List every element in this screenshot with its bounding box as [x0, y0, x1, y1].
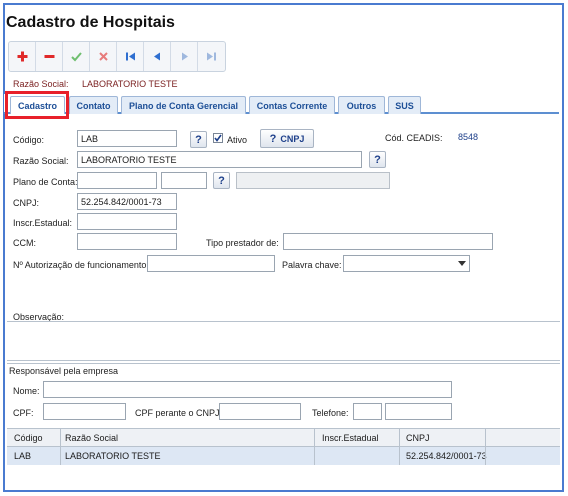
nome-label: Nome:	[13, 386, 40, 396]
telefone-label: Telefone:	[312, 408, 349, 418]
page-title: Cadastro de Hospitais	[6, 14, 175, 31]
previous-record-icon	[153, 52, 160, 61]
first-record-icon	[125, 52, 135, 61]
grid-cell-inscr-estadual	[319, 447, 322, 465]
tab-outros[interactable]: Outros	[338, 96, 385, 114]
delete-button[interactable]	[36, 42, 63, 71]
palavra-chave-select[interactable]	[343, 255, 470, 272]
header-razao-social-value: LABORATORIO TESTE	[82, 79, 178, 89]
ccm-field[interactable]	[77, 233, 177, 250]
tab-sus[interactable]: SUS	[388, 96, 421, 114]
tipo-prestador-label: Tipo prestador de:	[206, 238, 279, 248]
save-button[interactable]	[63, 42, 90, 71]
palavra-chave-label: Palavra chave:	[282, 260, 342, 270]
first-record-button[interactable]	[117, 42, 144, 71]
autorizacao-label: Nº Autorização de funcionamento:	[13, 260, 149, 270]
nome-field[interactable]	[43, 381, 452, 398]
cnpj-button-label: CNPJ	[280, 133, 305, 144]
plano-de-conta-sub-field[interactable]	[161, 172, 207, 189]
razao-social-label: Razão Social:	[13, 156, 69, 166]
previous-record-button[interactable]	[144, 42, 171, 71]
help-icon: ?	[269, 132, 277, 145]
chevron-down-icon	[457, 259, 467, 269]
grid-column-divider	[314, 429, 315, 446]
tab-plano-de-conta-gerencial[interactable]: Plano de Conta Gerencial	[121, 96, 246, 114]
codigo-field[interactable]: LAB	[77, 130, 177, 147]
codigo-label: Código:	[13, 135, 45, 145]
active-tab-highlight	[5, 91, 69, 119]
grid-column-inscr-estadual[interactable]: Inscr.Estadual	[319, 429, 379, 446]
toolbar	[8, 41, 226, 72]
grid-column-cnpj[interactable]: CNPJ	[403, 429, 430, 446]
next-record-icon	[181, 52, 188, 61]
plano-de-conta-help-button[interactable]: ?	[213, 172, 230, 189]
x-icon	[98, 52, 108, 61]
add-button[interactable]	[9, 42, 36, 71]
grid-column-codigo[interactable]: Código	[11, 429, 43, 446]
grid-cell-codigo: LAB	[14, 451, 32, 461]
grid-column-divider	[485, 447, 486, 465]
razao-social-help-button[interactable]: ?	[369, 151, 386, 168]
table-row[interactable]: LAB LABORATORIO TESTE 52.254.842/0001-73	[7, 447, 560, 465]
section-divider	[7, 363, 560, 364]
grid-column-razao-social[interactable]: Razão Social	[62, 429, 118, 446]
ccm-label: CCM:	[13, 238, 36, 248]
grid-cell-razao-social: LABORATORIO TESTE	[65, 451, 161, 461]
grid-column-divider	[399, 447, 400, 465]
cnpj-lookup-button[interactable]: ? CNPJ	[260, 129, 314, 148]
cpf-cnpj-field[interactable]	[219, 403, 301, 420]
checkmark-icon	[214, 134, 222, 142]
grid-cell-cnpj: 52.254.842/0001-73	[406, 451, 487, 461]
cnpj-field[interactable]: 52.254.842/0001-73	[77, 193, 177, 210]
observacao-textarea[interactable]	[7, 321, 560, 361]
grid-header: Código Razão Social Inscr.Estadual CNPJ	[7, 428, 560, 447]
minus-icon	[44, 55, 54, 58]
plano-de-conta-description-field	[236, 172, 390, 189]
header-razao-social-label: Razão Social:	[13, 79, 69, 89]
check-icon	[70, 52, 82, 62]
telefone-number-field[interactable]	[385, 403, 452, 420]
plano-de-conta-code-field[interactable]	[77, 172, 157, 189]
cancel-button[interactable]	[90, 42, 117, 71]
tab-contas-corrente[interactable]: Contas Corrente	[249, 96, 335, 114]
ativo-label: Ativo	[227, 135, 248, 145]
grid-column-divider	[60, 447, 61, 465]
grid-column-divider	[314, 447, 315, 465]
plano-de-conta-label: Plano de Conta:	[13, 177, 78, 187]
last-record-icon	[207, 52, 216, 61]
grid-column-divider	[399, 429, 400, 446]
cnpj-label: CNPJ:	[13, 198, 40, 208]
grid-column-divider	[60, 429, 61, 446]
plus-icon	[17, 51, 27, 62]
inscr-estadual-field[interactable]	[77, 213, 177, 230]
ativo-checkbox[interactable]	[213, 133, 223, 143]
razao-social-field[interactable]: LABORATORIO TESTE	[77, 151, 362, 168]
next-record-button[interactable]	[171, 42, 198, 71]
tab-contato[interactable]: Contato	[69, 96, 118, 114]
inscr-estadual-label: Inscr.Estadual:	[13, 218, 73, 228]
cpf-label: CPF:	[13, 408, 34, 418]
cpf-cnpj-label: CPF perante o CNPJ:	[135, 408, 223, 418]
telefone-ddd-field[interactable]	[353, 403, 382, 420]
autorizacao-field[interactable]	[147, 255, 275, 272]
cpf-field[interactable]	[43, 403, 126, 420]
ceadis-label: Cód. CEADIS:	[385, 133, 443, 143]
tipo-prestador-field[interactable]	[283, 233, 493, 250]
grid-empty-area	[7, 465, 560, 485]
last-record-button[interactable]	[198, 42, 225, 71]
grid-column-divider	[485, 429, 486, 446]
codigo-help-button[interactable]: ?	[190, 131, 207, 148]
responsavel-section-label: Responsável pela empresa	[9, 366, 119, 376]
ceadis-value: 8548	[458, 132, 479, 142]
